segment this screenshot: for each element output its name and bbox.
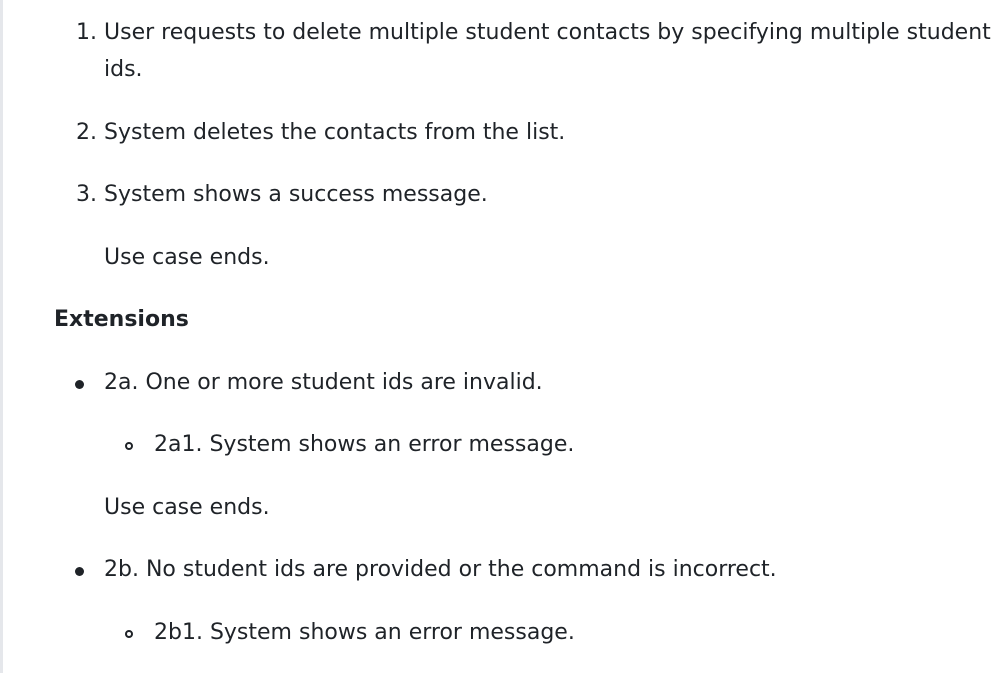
extension-sub-step: 2b1. System shows an error message.	[154, 620, 575, 645]
extensions-heading: Extensions	[54, 307, 189, 332]
bullet-circle-icon	[125, 630, 133, 638]
step-text: User requests to delete multiple student…	[104, 20, 991, 45]
use-case-ends-text: Use case ends.	[104, 495, 270, 520]
step-text-continuation: ids.	[104, 57, 143, 82]
use-case-ends-text: Use case ends.	[104, 245, 270, 270]
bullet-disc-icon	[75, 567, 84, 576]
step-text: System deletes the contacts from the lis…	[104, 120, 566, 145]
bullet-circle-icon	[125, 442, 133, 450]
extension-text: 2a. One or more student ids are invalid.	[104, 370, 543, 395]
bullet-disc-icon	[75, 380, 84, 389]
step-number: 3.	[76, 182, 97, 207]
step-number: 1.	[76, 20, 97, 45]
extension-text: 2b. No student ids are provided or the c…	[104, 557, 777, 582]
blockquote-left-border	[0, 0, 3, 673]
step-text: System shows a success message.	[104, 182, 488, 207]
extension-sub-step: 2a1. System shows an error message.	[154, 432, 575, 457]
step-number: 2.	[76, 120, 97, 145]
